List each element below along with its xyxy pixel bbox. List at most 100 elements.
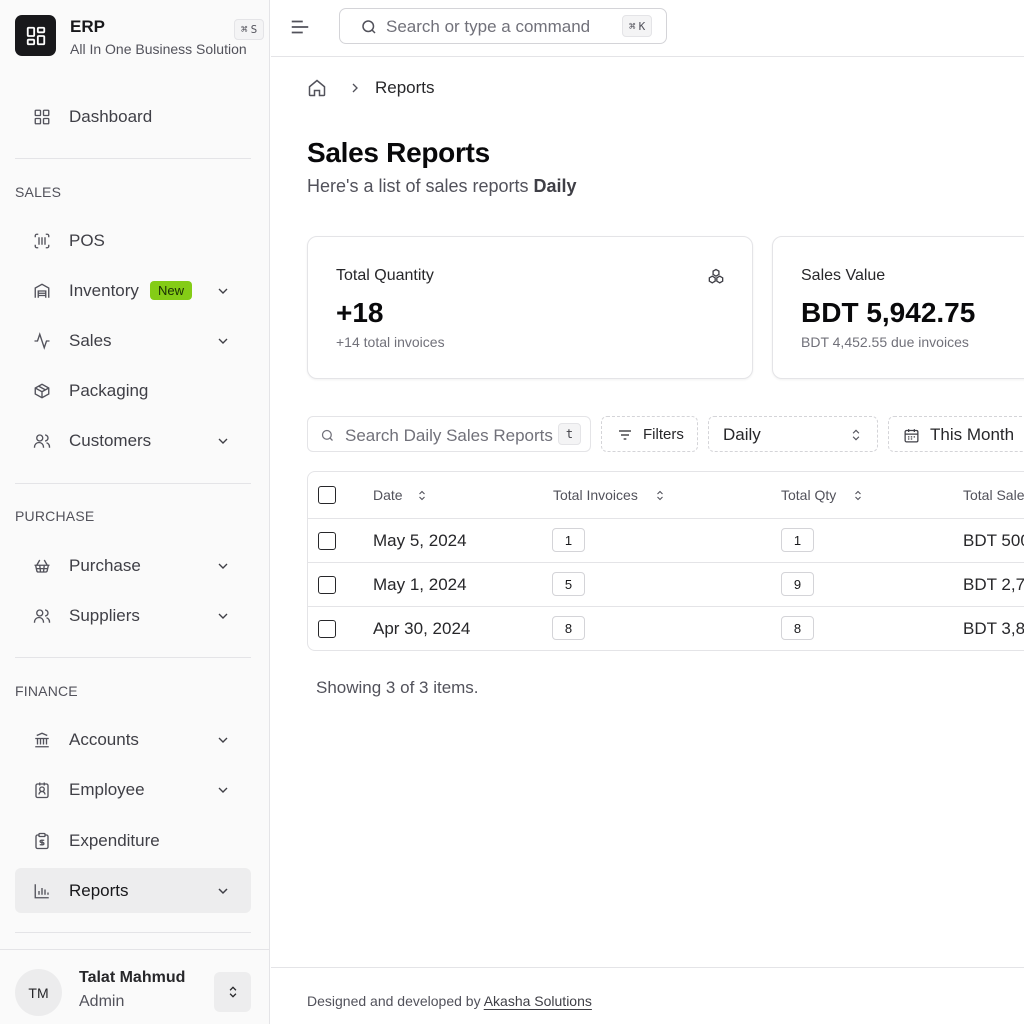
command-shortcut-hint: ⌘ K [622,15,653,37]
select-all-checkbox[interactable] [318,486,336,504]
sidebar-item-label: Reports [69,880,129,900]
bar-chart-icon [34,884,49,899]
cell-total-qty: 9 [781,572,814,596]
brand[interactable]: ERP All In One Business Solution ⌘ S [15,15,265,59]
chevron-down-icon [218,563,228,569]
filters-button[interactable]: Filters [601,416,698,452]
search-shortcut-hint: t [558,423,581,445]
avatar[interactable]: TM [15,969,62,1016]
new-badge: New [150,281,193,300]
topbar: Search or type a command ⌘ K [271,0,1024,57]
cell-date: May 1, 2024 [373,575,467,594]
stat-card-total-quantity: Total Quantity +18 +14 total invoices [307,236,753,379]
user-menu-button[interactable] [214,972,251,1012]
chevrons-up-down-icon [852,429,860,441]
table-header-row: Date Total Invoices Total Qty Total Sale… [308,472,1024,519]
sidebar-item-label: Customers [69,430,152,450]
page-subtitle-text: Here's a list of sales reports [307,176,529,196]
cell-total-invoices: 5 [552,572,585,596]
brand-subtitle: All In One Business Solution [70,41,247,57]
user-name: Talat Mahmud [79,969,186,986]
sidebar-item-employee[interactable]: Employee [15,767,251,812]
command-search-placeholder: Search or type a command [386,17,591,36]
column-header-total-invoices[interactable]: Total Invoices [553,487,638,503]
sidebar-item-reports[interactable]: Reports [15,868,251,913]
sidebar-item-label: Sales [69,330,112,350]
sidebar: ERP All In One Business Solution ⌘ S Das… [0,0,270,1024]
sidebar-item-purchase[interactable]: Purchase [15,543,251,588]
footer: Designed and developed by Akasha Solutio… [271,967,1024,1024]
footer-text: Designed and developed by Akasha Solutio… [307,993,592,1009]
sidebar-item-sales[interactable]: Sales [15,318,251,363]
cell-total-invoices: 1 [552,528,585,552]
command-search[interactable]: Search or type a command ⌘ K [339,8,667,44]
shortcut-key: K [638,19,646,33]
sidebar-item-label: Inventory [69,280,139,300]
column-header-total-sales[interactable]: Total Sales [963,487,1024,503]
sort-icon[interactable] [852,488,864,503]
card-value: BDT 5,942.75 [801,297,976,328]
menu-toggle-icon[interactable] [289,16,311,38]
command-key-icon: ⌘ [241,23,248,36]
shortcut-key: S [250,23,258,36]
cell-total-sales: BDT 500.00 [963,531,1024,550]
sidebar-divider [15,932,251,933]
filters-button-label: Filters [643,426,684,443]
search-icon [321,429,333,441]
page-subtitle: Here's a list of sales reports Daily [307,176,577,197]
sidebar-item-dashboard[interactable]: Dashboard [15,94,251,139]
sidebar-shortcut-hint: ⌘ S [234,19,265,40]
sidebar-divider [15,657,251,658]
row-checkbox[interactable] [318,620,336,638]
column-header-total-qty[interactable]: Total Qty [781,487,836,503]
filter-lines-icon [619,430,631,440]
sidebar-item-packaging[interactable]: Packaging [15,368,251,413]
sidebar-item-expenditure[interactable]: Expenditure [15,818,251,863]
sidebar-divider [15,483,251,484]
card-value: +18 [336,297,384,328]
user-profile: TM Talat Mahmud Admin [0,949,270,1024]
period-select-value: Daily [723,425,761,444]
home-icon[interactable] [307,78,327,98]
chevron-down-icon [218,888,228,895]
users-icon [33,434,51,448]
column-header-date[interactable]: Date [373,487,403,503]
table-summary: Showing 3 of 3 items. [316,678,479,697]
cell-total-sales: BDT 3,812.00 [963,619,1024,638]
page-title: Sales Reports [307,137,490,168]
sidebar-item-accounts[interactable]: Accounts [15,717,251,762]
sidebar-item-suppliers[interactable]: Suppliers [15,593,251,638]
row-checkbox[interactable] [318,532,336,550]
chevron-down-icon [218,737,228,743]
section-label-sales: SALES [15,184,62,200]
card-title: Total Quantity [336,267,434,284]
barcode-scan-icon [34,233,50,249]
report-search-input[interactable]: Search Daily Sales Reports t [307,416,591,452]
sidebar-item-customers[interactable]: Customers [15,418,251,463]
table-row[interactable]: Apr 30, 2024 8 8 BDT 3,812.00 [308,607,1024,650]
footer-company-link[interactable]: Akasha Solutions [484,993,592,1009]
sidebar-item-inventory[interactable]: Inventory New [15,268,251,313]
warehouse-icon [34,283,50,298]
shopping-basket-icon [34,559,50,573]
sidebar-item-label: POS [69,230,105,250]
card-note: BDT 4,452.55 due invoices [801,334,969,350]
date-range-picker[interactable]: This Month [888,416,1024,452]
chevron-down-icon [218,438,228,444]
footer-prefix: Designed and developed by [307,993,481,1009]
sidebar-item-label: Suppliers [69,605,140,625]
cell-total-sales: BDT 2,750.00 [963,575,1024,594]
package-icon [34,383,50,399]
sort-icon[interactable] [416,488,428,503]
period-select[interactable]: Daily [708,416,878,452]
table-row[interactable]: May 1, 2024 5 9 BDT 2,750.00 [308,563,1024,607]
bank-icon [35,732,49,748]
table-row[interactable]: May 5, 2024 1 1 BDT 500.00 [308,519,1024,563]
user-role: Admin [79,993,125,1010]
sidebar-item-pos[interactable]: POS [15,218,251,263]
cell-total-qty: 1 [781,528,814,552]
grid-logo-icon [15,15,56,56]
stat-card-sales-value: Sales Value BDT 5,942.75 BDT 4,452.55 du… [772,236,1024,379]
row-checkbox[interactable] [318,576,336,594]
sort-icon[interactable] [654,488,666,503]
